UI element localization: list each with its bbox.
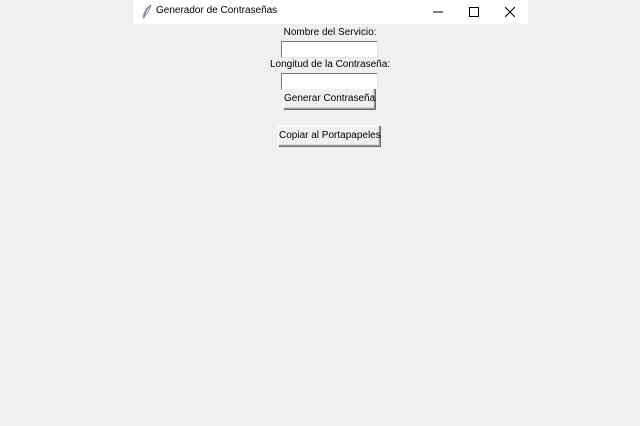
service-name-input[interactable] bbox=[281, 41, 378, 58]
close-icon bbox=[505, 7, 515, 17]
password-length-label: Longitud de la Contraseña: bbox=[269, 59, 391, 70]
window-title: Generador de Contraseñas bbox=[156, 5, 278, 16]
app-window: Generador de Contraseñas Nombre del Serv… bbox=[0, 0, 640, 426]
maximize-icon bbox=[469, 7, 479, 17]
close-button[interactable] bbox=[492, 0, 528, 24]
service-name-label: Nombre del Servicio: bbox=[283, 27, 377, 38]
copy-to-clipboard-button[interactable]: Copiar al Portapapeles bbox=[278, 125, 381, 146]
title-bar[interactable]: Generador de Contraseñas bbox=[133, 0, 528, 24]
minimize-button[interactable] bbox=[420, 0, 456, 24]
generate-password-button[interactable]: Generar Contraseña bbox=[283, 88, 375, 109]
feather-icon bbox=[141, 4, 153, 20]
minimize-icon bbox=[433, 11, 443, 13]
maximize-button[interactable] bbox=[456, 0, 492, 24]
